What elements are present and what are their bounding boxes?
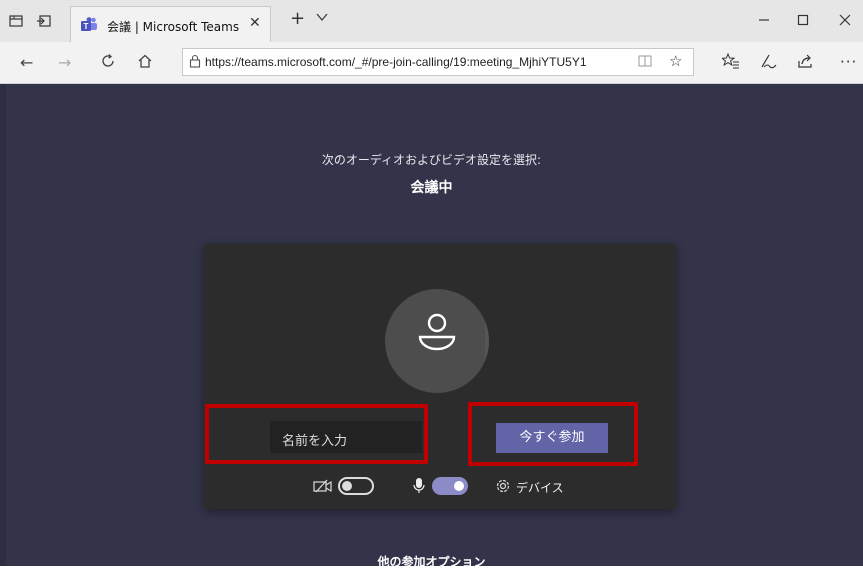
navigation-bar: ← → https://teams.microsoft.com/_#/pre-j… [0, 42, 863, 84]
tab-title: 会議 | Microsoft Teams [107, 20, 240, 34]
avatar [385, 289, 489, 393]
tab-strip: T 会議 | Microsoft Teams ✕ + [0, 0, 863, 42]
devices-label[interactable]: デバイス [516, 479, 564, 496]
tab-teams[interactable]: T 会議 | Microsoft Teams ✕ [70, 6, 271, 42]
url-text[interactable]: https://teams.microsoft.com/_#/pre-join-… [205, 55, 587, 69]
favorites-list-icon[interactable] [720, 52, 740, 73]
close-tab-icon[interactable]: ✕ [249, 15, 261, 31]
maximize-icon[interactable] [796, 12, 810, 30]
microphone-icon [413, 477, 425, 498]
minimize-icon[interactable] [757, 12, 771, 30]
chevron-down-icon[interactable] [316, 11, 328, 25]
back-icon[interactable]: ← [20, 53, 33, 72]
set-tabs-aside-icon[interactable] [36, 13, 52, 29]
camera-off-icon [313, 479, 333, 497]
favorite-star-icon[interactable]: ☆ [669, 52, 682, 70]
more-options-icon[interactable]: ··· [840, 53, 857, 71]
meeting-title: 会議中 [410, 180, 453, 196]
forward-icon[interactable]: → [58, 53, 71, 72]
svg-text:T: T [84, 22, 89, 31]
tab-actions-icon[interactable] [8, 13, 24, 29]
lock-icon[interactable] [189, 54, 201, 71]
person-icon [417, 313, 457, 366]
refresh-icon[interactable] [100, 53, 116, 73]
microphone-toggle-knob [454, 481, 464, 491]
address-bar[interactable]: https://teams.microsoft.com/_#/pre-join-… [182, 48, 694, 76]
new-tab-icon[interactable]: + [290, 8, 305, 29]
name-input-highlight [205, 404, 428, 464]
join-button-highlight [468, 402, 638, 466]
camera-toggle[interactable] [338, 477, 374, 495]
share-icon[interactable] [797, 53, 813, 73]
teams-logo-icon: T [81, 17, 98, 32]
gear-icon[interactable] [495, 478, 511, 498]
camera-toggle-knob [342, 481, 352, 491]
reading-view-icon[interactable] [638, 54, 652, 71]
settings-prompt: 次のオーディオおよびビデオ設定を選択: [321, 153, 542, 167]
prejoin-card: 名前を入力 今すぐ参加 デバイス [204, 244, 676, 509]
pen-icon[interactable] [760, 53, 778, 73]
microphone-toggle[interactable] [432, 477, 468, 495]
other-join-options[interactable]: 他の参加オプション [0, 553, 863, 570]
home-icon[interactable] [137, 53, 153, 73]
close-window-icon[interactable] [838, 12, 852, 30]
video-preview-edge [485, 289, 489, 393]
